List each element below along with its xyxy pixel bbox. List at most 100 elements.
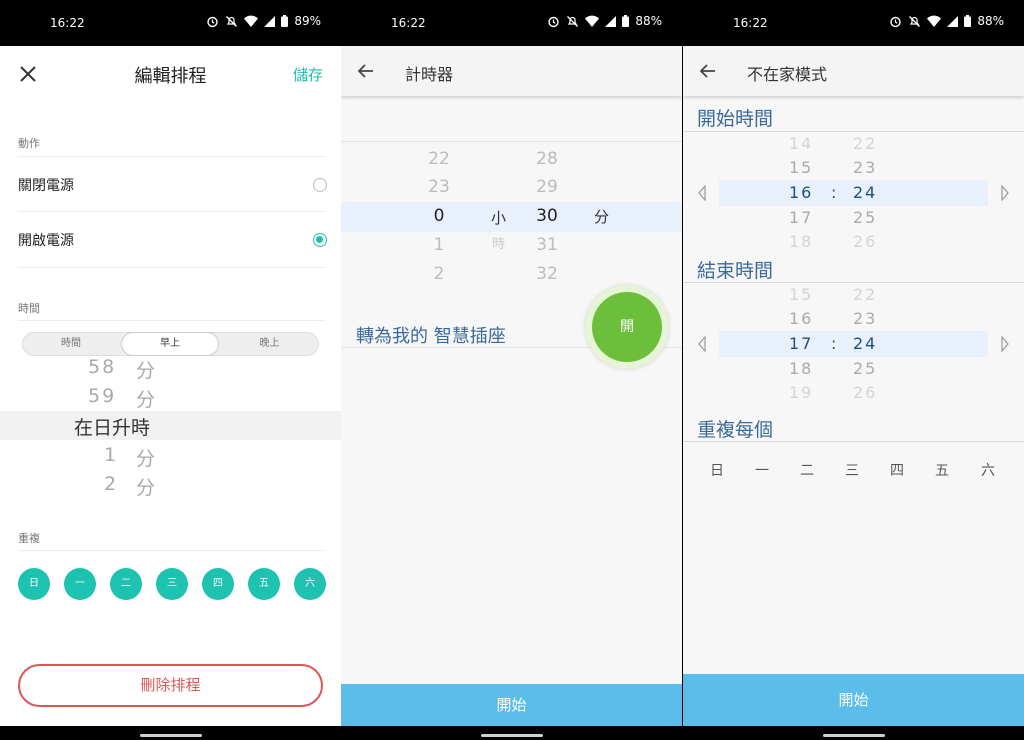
minute-unit-label: 分	[594, 208, 610, 226]
weekday-sat[interactable]: 六	[978, 460, 998, 480]
wheel-row[interactable]: 59 分	[0, 382, 341, 411]
delete-schedule-button[interactable]: 刪除排程	[18, 664, 323, 707]
start-button[interactable]: 開始	[683, 674, 1024, 726]
divider	[683, 441, 1024, 442]
wheel-row[interactable]: 2 分	[0, 470, 341, 499]
start-time-heading: 開始時間	[697, 108, 774, 130]
day-mon[interactable]: 一	[64, 568, 96, 600]
picker-row: 17 25	[769, 205, 937, 230]
picker-minute: 26	[853, 232, 878, 251]
divider	[18, 550, 325, 551]
away-mode-content: 不在家模式 開始時間 14 22 15 23 16 : 24 17 25 18 …	[683, 46, 1024, 726]
hour-selected[interactable]: 0	[419, 206, 459, 226]
power-toggle-button[interactable]: 開	[585, 285, 669, 369]
status-time: 16:22	[733, 16, 768, 30]
chevron-left-icon[interactable]	[697, 336, 707, 352]
weekday-sun[interactable]: 日	[707, 460, 727, 480]
picker-selected-row: 16 : 24	[769, 180, 937, 205]
gesture-bar[interactable]	[480, 734, 543, 737]
picker-row: 15 22	[769, 282, 937, 307]
battery-icon	[964, 15, 972, 27]
picker-row: 19 26	[769, 380, 937, 405]
picker-row: 14 22	[769, 131, 937, 156]
status-time: 16:22	[391, 16, 426, 30]
wheel-unit: 分	[136, 448, 158, 470]
hour-option[interactable]: 22	[419, 149, 459, 169]
wheel-unit: 分	[136, 477, 158, 499]
status-bar: 16:22 88%	[341, 0, 682, 46]
page-title: 編輯排程	[134, 66, 207, 87]
divider	[18, 320, 325, 321]
picker-hour: 16	[789, 309, 814, 328]
start-time-picker[interactable]: 14 22 15 23 16 : 24 17 25 18 26	[769, 131, 937, 251]
end-time-picker[interactable]: 15 22 16 23 17 : 24 18 25 19 26	[769, 282, 937, 402]
start-button[interactable]: 開始	[341, 684, 682, 726]
signal-icon	[947, 15, 959, 27]
hour-option[interactable]: 2	[419, 264, 459, 284]
signal-icon	[605, 15, 617, 27]
wheel-number: 2	[104, 473, 119, 495]
day-sun[interactable]: 日	[18, 568, 50, 600]
repeat-days: 日 一 二 三 四 五 六	[18, 568, 326, 600]
option-power-off[interactable]: 關閉電源	[18, 157, 327, 211]
picker-hour: 18	[789, 359, 814, 378]
mute-icon	[909, 15, 921, 27]
divider	[341, 141, 682, 142]
picker-hour: 15	[789, 285, 814, 304]
day-fri[interactable]: 五	[248, 568, 280, 600]
segment-time[interactable]: 時間	[23, 333, 119, 355]
wifi-icon	[244, 15, 259, 27]
picker-hour: 19	[789, 383, 814, 402]
repeat-section-label: 重複	[18, 532, 40, 545]
action-section-label: 動作	[18, 137, 40, 150]
chevron-right-icon[interactable]	[1000, 336, 1010, 352]
gesture-bar[interactable]	[139, 734, 202, 737]
option-label: 開啟電源	[18, 233, 74, 249]
away-mode-screen: 16:22 88% 不在家模式 開始時間 14 22 15 23 16: 24…	[683, 0, 1024, 740]
weekday-fri[interactable]: 五	[932, 460, 952, 480]
day-tue[interactable]: 二	[110, 568, 142, 600]
hour-option[interactable]: 23	[419, 177, 459, 197]
day-wed[interactable]: 三	[156, 568, 188, 600]
start-hour-selected: 16	[789, 183, 814, 202]
back-arrow-icon[interactable]	[357, 62, 375, 80]
wheel-selected-row[interactable]: 在日升時	[0, 411, 341, 440]
save-button[interactable]: 儲存	[293, 64, 323, 85]
weekday-thu[interactable]: 四	[887, 460, 907, 480]
day-thu[interactable]: 四	[202, 568, 234, 600]
minute-option[interactable]: 31	[527, 235, 567, 255]
picker-minute: 23	[853, 158, 878, 177]
weekday-tue[interactable]: 二	[797, 460, 817, 480]
picker-hour: 18	[789, 232, 814, 251]
repeat-weekdays: 日 一 二 三 四 五 六	[683, 460, 1024, 480]
minute-option[interactable]: 29	[527, 177, 567, 197]
end-hour-selected: 17	[789, 334, 814, 353]
wheel-row[interactable]: 58 分	[0, 353, 341, 382]
divider	[18, 267, 325, 268]
minute-selected[interactable]: 30	[527, 206, 567, 226]
hour-option[interactable]: 1	[419, 235, 459, 255]
status-bar: 16:22 88%	[683, 0, 1024, 46]
day-sat[interactable]: 六	[294, 568, 326, 600]
power-off-radio[interactable]	[313, 178, 327, 192]
power-on-radio[interactable]	[313, 233, 327, 247]
start-minute-selected: 24	[853, 183, 878, 202]
picker-hour: 17	[789, 208, 814, 227]
minute-option[interactable]: 28	[527, 149, 567, 169]
chevron-right-icon[interactable]	[1000, 185, 1010, 201]
convert-to-smart-plug-text: 轉為我的 智慧插座	[356, 326, 506, 347]
option-power-on[interactable]: 開啟電源	[18, 212, 327, 266]
battery-percent: 88%	[977, 14, 1004, 28]
wheel-row[interactable]: 1 分	[0, 441, 341, 470]
weekday-mon[interactable]: 一	[752, 460, 772, 480]
hour-unit-label-2: 時	[492, 237, 506, 252]
back-arrow-icon[interactable]	[699, 62, 717, 80]
edit-schedule-content: 編輯排程 儲存 動作 關閉電源 開啟電源 時間 時間 早上 晚上 58 分 59…	[0, 46, 341, 726]
segment-evening[interactable]: 晚上	[221, 333, 318, 355]
chevron-left-icon[interactable]	[697, 185, 707, 201]
minute-option[interactable]: 32	[527, 264, 567, 284]
gesture-bar[interactable]	[822, 734, 885, 737]
picker-row: 18 26	[769, 229, 937, 254]
weekday-wed[interactable]: 三	[842, 460, 862, 480]
status-time: 16:22	[50, 16, 85, 30]
